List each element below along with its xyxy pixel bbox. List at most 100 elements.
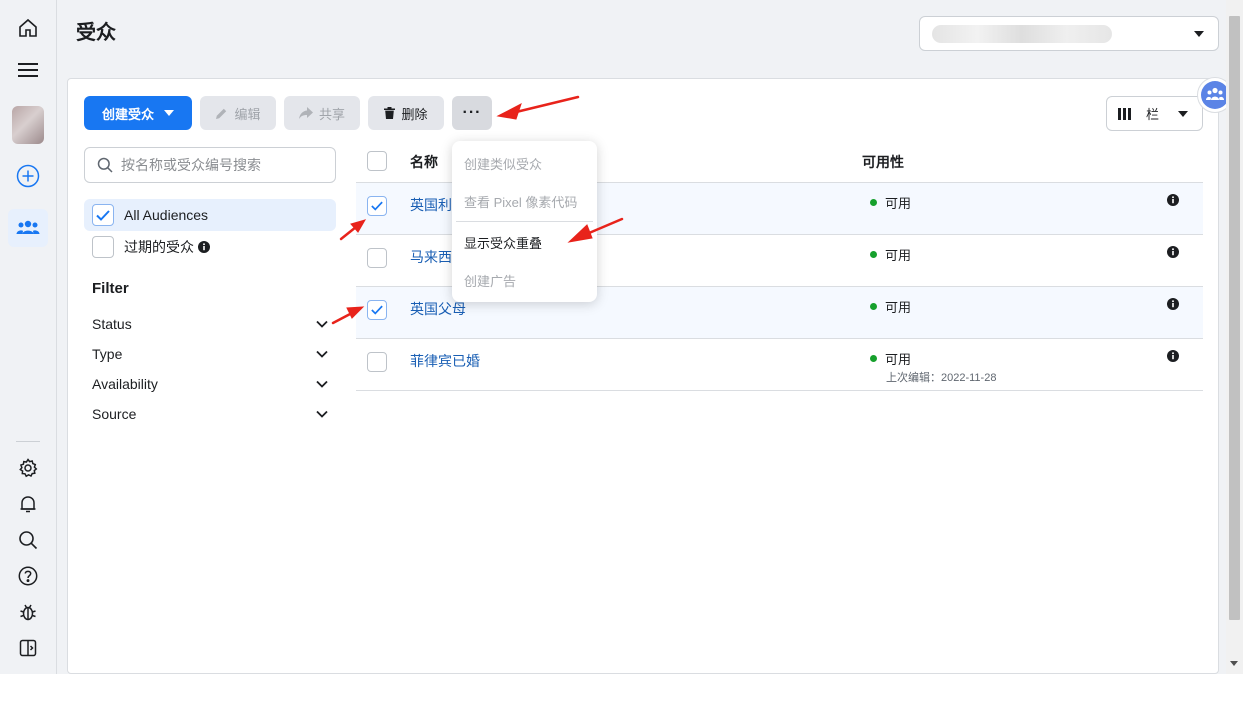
menu-item-create-ad[interactable]: 创建广告 xyxy=(464,271,516,290)
menu-item-view-pixel-code[interactable]: 查看 Pixel 像素代码 xyxy=(464,192,577,211)
expired-audiences-label: 过期的受众 xyxy=(124,239,194,255)
availability-status: 可用 xyxy=(870,349,911,368)
bug-icon[interactable] xyxy=(10,594,46,630)
status-dot xyxy=(870,199,877,206)
bottom-strip xyxy=(0,674,1243,718)
menu-item-create-lookalike[interactable]: 创建类似受众 xyxy=(464,154,542,173)
rail-divider xyxy=(16,441,40,442)
all-audiences-checkbox[interactable] xyxy=(92,204,114,226)
row-checkbox[interactable] xyxy=(367,352,387,372)
left-nav-rail xyxy=(0,0,57,674)
column-header-availability[interactable]: 可用性 xyxy=(862,152,904,172)
info-icon[interactable] xyxy=(1167,194,1179,206)
filter-status-label: Status xyxy=(92,316,132,332)
panel-toggle-icon[interactable] xyxy=(10,630,46,666)
more-actions-button[interactable]: ··· xyxy=(452,96,492,130)
bell-icon[interactable] xyxy=(10,486,46,522)
availability-status: 可用 xyxy=(870,193,911,212)
search-icon[interactable] xyxy=(10,522,46,558)
audience-name-link[interactable]: 英国利 xyxy=(410,195,452,215)
column-header-name[interactable]: 名称 xyxy=(410,152,438,172)
columns-label: 栏 xyxy=(1146,107,1160,122)
info-icon[interactable] xyxy=(1167,350,1179,362)
check-icon xyxy=(96,209,110,221)
expired-audiences-option[interactable]: 过期的受众 xyxy=(84,231,336,263)
avatar[interactable] xyxy=(12,106,44,144)
scroll-down-arrow-icon[interactable] xyxy=(1230,661,1238,666)
row-checkbox[interactable] xyxy=(367,300,387,320)
delete-label: 删除 xyxy=(401,106,428,122)
help-icon[interactable] xyxy=(10,558,46,594)
status-dot xyxy=(870,251,877,258)
audiences-icon[interactable] xyxy=(8,209,48,247)
create-audience-button[interactable]: 创建受众 xyxy=(84,96,192,130)
filter-type[interactable]: Type xyxy=(92,344,328,364)
menu-item-show-audience-overlap[interactable]: 显示受众重叠 xyxy=(464,233,542,252)
availability-status: 可用 xyxy=(870,297,911,316)
last-edited-text: 上次编辑：2022-11-28 xyxy=(886,372,997,384)
chevron-down-icon xyxy=(1178,111,1188,117)
status-dot xyxy=(870,303,877,310)
status-label: 可用 xyxy=(885,248,912,263)
filter-availability-label: Availability xyxy=(92,376,158,392)
home-icon[interactable] xyxy=(10,10,46,46)
gear-icon[interactable] xyxy=(10,450,46,486)
share-button[interactable]: 共享 xyxy=(284,96,360,130)
filter-type-label: Type xyxy=(92,346,123,362)
share-arrow-icon xyxy=(298,107,313,119)
edit-label: 编辑 xyxy=(234,106,261,122)
create-audience-label: 创建受众 xyxy=(101,106,154,122)
filter-source[interactable]: Source xyxy=(92,404,328,424)
chevron-down-icon xyxy=(316,320,328,328)
availability-status: 可用 xyxy=(870,245,911,264)
check-icon xyxy=(371,201,383,211)
info-icon[interactable] xyxy=(1167,298,1179,310)
expired-audiences-text: 过期的受众 xyxy=(124,237,210,257)
audience-name-link[interactable]: 菲律宾已婚 xyxy=(410,351,480,371)
audience-name-link[interactable]: 英国父母 xyxy=(410,299,466,319)
pencil-icon xyxy=(216,108,227,119)
select-all-checkbox[interactable] xyxy=(367,151,387,171)
status-label: 可用 xyxy=(885,196,912,211)
account-name-redacted xyxy=(932,25,1112,43)
add-icon[interactable] xyxy=(10,158,46,194)
more-actions-menu: 创建类似受众 查看 Pixel 像素代码 显示受众重叠 创建广告 xyxy=(452,141,597,302)
status-label: 可用 xyxy=(885,352,912,367)
delete-button[interactable]: 删除 xyxy=(368,96,444,130)
search-icon xyxy=(97,157,113,173)
expired-audiences-checkbox[interactable] xyxy=(92,236,114,258)
app-frame: 受众 创建受众 编辑 共享 删除 ··· 栏 按名称或受众编号搜索 All Au… xyxy=(0,0,1243,718)
audience-name-link[interactable]: 马来西 xyxy=(410,247,452,267)
row-checkbox[interactable] xyxy=(367,248,387,268)
caret-down-icon xyxy=(164,110,174,116)
more-icon: ··· xyxy=(462,104,482,121)
columns-selector[interactable]: 栏 xyxy=(1106,96,1203,131)
menu-divider xyxy=(456,221,593,222)
search-placeholder: 按名称或受众编号搜索 xyxy=(121,157,261,173)
filter-title: Filter xyxy=(92,280,129,297)
filter-source-label: Source xyxy=(92,406,137,422)
columns-icon xyxy=(1118,107,1131,120)
all-audiences-option[interactable]: All Audiences xyxy=(84,199,336,231)
chevron-down-icon xyxy=(316,350,328,358)
status-label: 可用 xyxy=(885,300,912,315)
chevron-down-icon xyxy=(1194,31,1204,37)
info-icon[interactable] xyxy=(1167,246,1179,258)
chevron-down-icon xyxy=(316,380,328,388)
info-icon[interactable] xyxy=(198,241,210,253)
status-dot xyxy=(870,355,877,362)
all-audiences-label: All Audiences xyxy=(124,207,209,223)
filter-status[interactable]: Status xyxy=(92,314,328,334)
check-icon xyxy=(371,305,383,315)
table-row[interactable]: 菲律宾已婚 可用 上次编辑：2022-11-28 xyxy=(356,339,1203,391)
audience-search-input[interactable]: 按名称或受众编号搜索 xyxy=(84,147,336,183)
page-title: 受众 xyxy=(76,22,116,44)
row-checkbox[interactable] xyxy=(367,196,387,216)
trash-icon xyxy=(384,107,396,119)
menu-icon[interactable] xyxy=(10,52,46,88)
chevron-down-icon xyxy=(316,410,328,418)
scrollbar-thumb[interactable] xyxy=(1229,16,1240,620)
account-selector[interactable] xyxy=(919,16,1219,51)
filter-availability[interactable]: Availability xyxy=(92,374,328,394)
edit-button[interactable]: 编辑 xyxy=(200,96,276,130)
